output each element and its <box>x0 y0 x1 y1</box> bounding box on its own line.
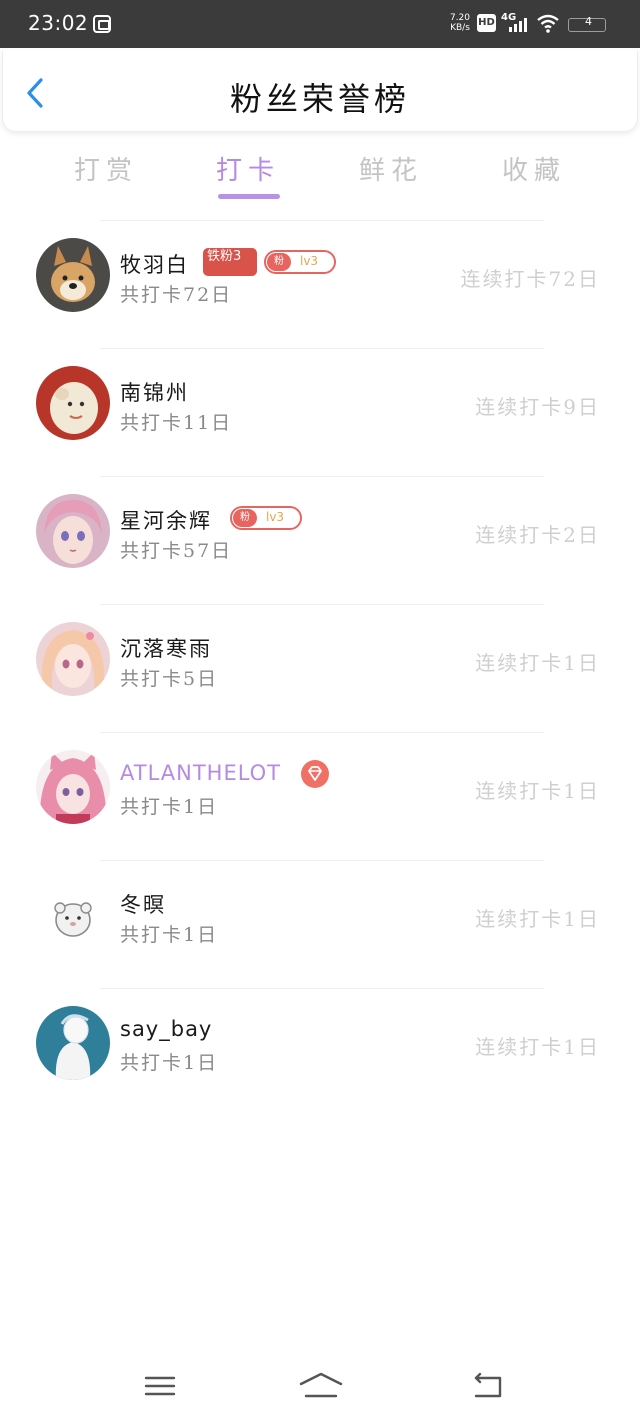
streak-checkins: 连续打卡9日 <box>475 395 600 419</box>
header: 粉丝荣誉榜 <box>2 50 638 132</box>
total-checkins: 共打卡11日 <box>120 412 233 434</box>
status-bar: 23:02 7.20 KB/s HD 4G 4 <box>0 0 640 48</box>
hd-icon: HD <box>477 14 496 32</box>
streak-checkins: 连续打卡1日 <box>475 651 600 675</box>
list-item[interactable]: 牧羽白 铁粉3 粉 lv3 共打卡72日 连续打卡72日 <box>0 218 640 346</box>
avatar[interactable] <box>36 494 110 568</box>
home-icon[interactable] <box>298 1370 344 1402</box>
streak-checkins: 连续打卡1日 <box>475 907 600 931</box>
streak-checkins: 连续打卡72日 <box>460 267 600 291</box>
back-icon[interactable] <box>468 1370 508 1402</box>
user-name: 冬暝 <box>120 893 166 917</box>
total-checkins: 共打卡5日 <box>120 668 219 690</box>
list-item[interactable]: 南锦州 共打卡11日 连续打卡9日 <box>0 346 640 474</box>
avatar[interactable] <box>36 878 110 952</box>
list-item[interactable]: say_bay 共打卡1日 连续打卡1日 <box>0 986 640 1114</box>
streak-checkins: 连续打卡2日 <box>475 523 600 547</box>
total-checkins: 共打卡1日 <box>120 1052 219 1074</box>
user-name: say_bay <box>120 1017 213 1041</box>
list-item[interactable]: 沉落寒雨 共打卡5日 连续打卡1日 <box>0 602 640 730</box>
list-item[interactable]: ATLANTHELOT 共打卡1日 连续打卡1日 <box>0 730 640 858</box>
signal-icon <box>509 16 531 32</box>
list-item[interactable]: 冬暝 共打卡1日 连续打卡1日 <box>0 858 640 986</box>
user-name: 星河余辉 <box>120 509 212 533</box>
tab-reward[interactable]: 打赏 <box>56 150 156 187</box>
network-speed: 7.20 KB/s <box>449 13 471 33</box>
list-item[interactable]: 星河余辉 粉 lv3 共打卡57日 连续打卡2日 <box>0 474 640 602</box>
avatar[interactable] <box>36 1006 110 1080</box>
total-checkins: 共打卡72日 <box>120 284 233 306</box>
streak-checkins: 连续打卡1日 <box>475 779 600 803</box>
active-tab-indicator <box>218 194 280 199</box>
total-checkins: 共打卡1日 <box>120 924 219 946</box>
user-name: 牧羽白 <box>120 253 189 277</box>
user-name: 南锦州 <box>120 381 189 405</box>
ranking-list: 牧羽白 铁粉3 粉 lv3 共打卡72日 连续打卡72日 南锦州 共打卡11日 … <box>0 218 640 1114</box>
avatar[interactable] <box>36 366 110 440</box>
wifi-icon <box>537 14 559 33</box>
notification-app-icon <box>93 15 111 33</box>
iron-fan-badge: 铁粉3 <box>203 248 257 276</box>
diamond-icon <box>301 760 329 788</box>
fan-level-badge: 粉 lv3 <box>264 250 336 274</box>
user-name: ATLANTHELOT <box>120 761 282 785</box>
avatar[interactable] <box>36 750 110 824</box>
total-checkins: 共打卡57日 <box>120 540 233 562</box>
tab-bar: 打赏 打卡 鲜花 收藏 <box>0 140 640 202</box>
streak-checkins: 连续打卡1日 <box>475 1035 600 1059</box>
total-checkins: 共打卡1日 <box>120 796 219 818</box>
avatar[interactable] <box>36 622 110 696</box>
system-nav-bar <box>0 1350 640 1422</box>
user-name: 沉落寒雨 <box>120 637 212 661</box>
avatar[interactable] <box>36 238 110 312</box>
fan-level-badge: 粉 lv3 <box>230 506 302 530</box>
status-time: 23:02 <box>28 11 89 35</box>
tab-favorites[interactable]: 收藏 <box>484 150 584 187</box>
menu-icon[interactable] <box>140 1370 180 1402</box>
tab-checkin[interactable]: 打卡 <box>198 150 298 187</box>
page-title: 粉丝荣誉榜 <box>229 80 410 118</box>
battery-icon: 4 <box>568 14 612 34</box>
tab-flowers[interactable]: 鲜花 <box>341 150 441 187</box>
